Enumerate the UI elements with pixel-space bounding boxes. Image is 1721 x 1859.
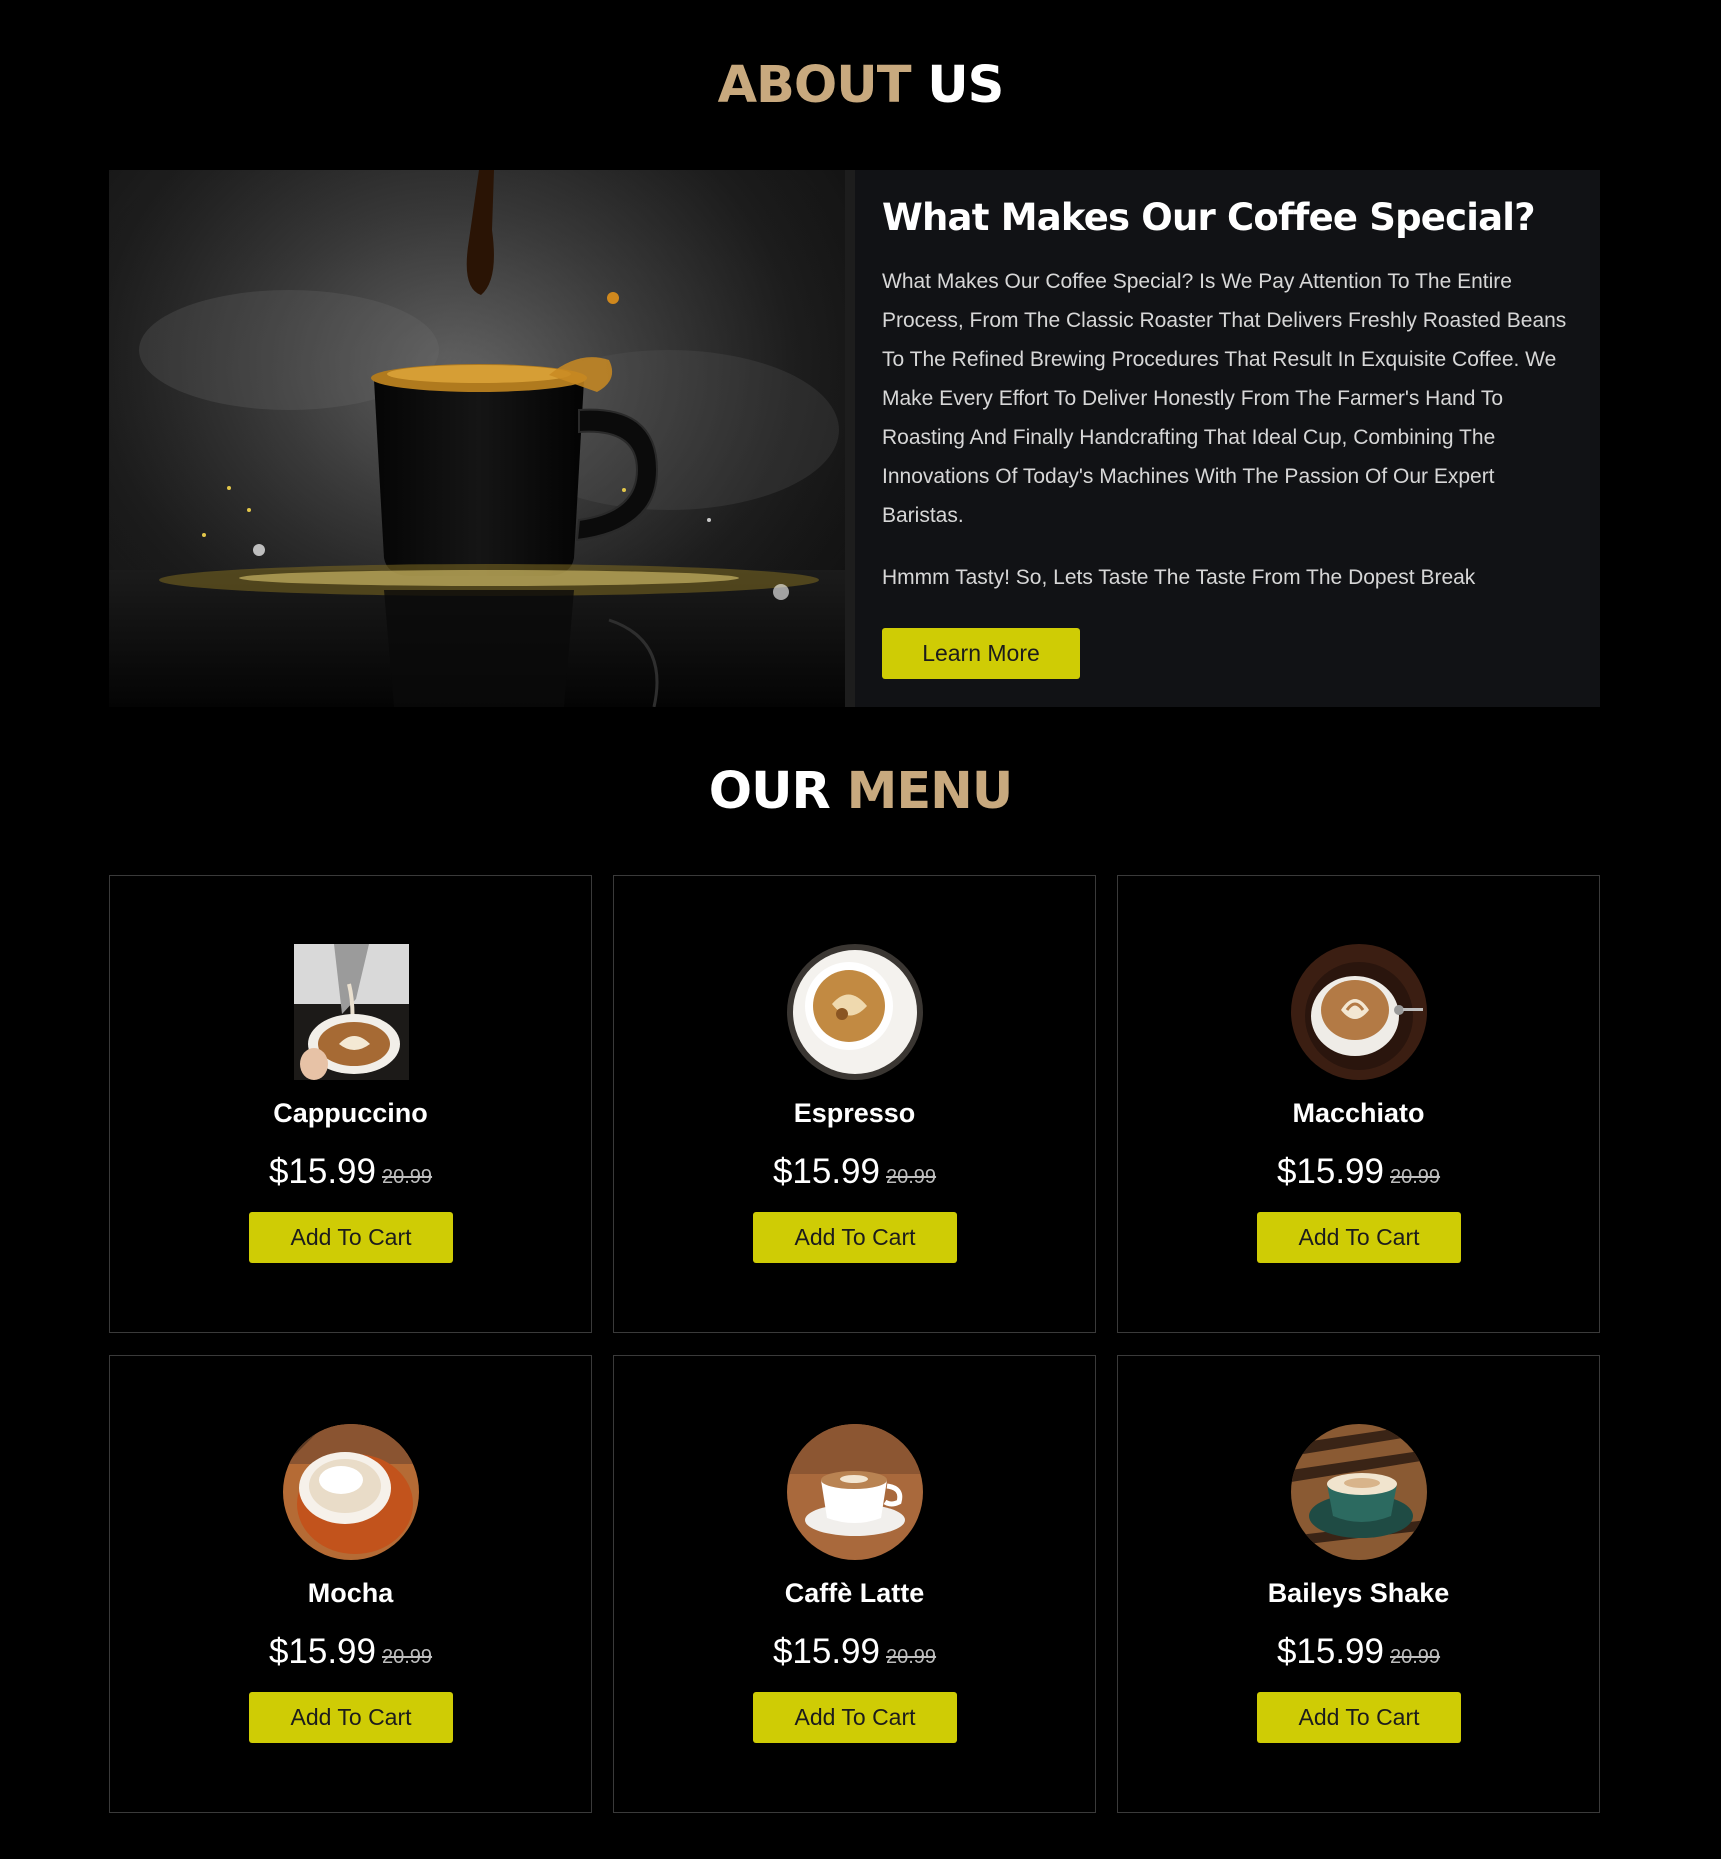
about-heading-accent: ABOUT xyxy=(717,56,912,115)
add-to-cart-button[interactable]: Add To Cart xyxy=(1257,1692,1461,1743)
menu-item-price: $15.99 20.99 xyxy=(614,1152,1095,1192)
menu-heading: OUR MENU xyxy=(0,762,1721,821)
about-panel: What Makes Our Coffee Special? What Make… xyxy=(109,170,1600,707)
add-to-cart-button[interactable]: Add To Cart xyxy=(249,1692,453,1743)
cappuccino-image xyxy=(294,944,409,1080)
original-price: 20.99 xyxy=(382,1166,433,1188)
menu-card-cappuccino: Cappuccino $15.99 20.99 Add To Cart xyxy=(109,875,592,1333)
about-tagline: Hmmm Tasty! So, Lets Taste The Taste Fro… xyxy=(882,566,1476,590)
menu-item-price: $15.99 20.99 xyxy=(1118,1152,1599,1192)
about-heading: ABOUT US xyxy=(0,56,1721,115)
original-price: 20.99 xyxy=(886,1646,937,1668)
original-price: 20.99 xyxy=(1390,1646,1441,1668)
add-to-cart-button[interactable]: Add To Cart xyxy=(753,1692,957,1743)
learn-more-button[interactable]: Learn More xyxy=(882,628,1080,679)
current-price: $15.99 xyxy=(772,1152,880,1191)
menu-item-price: $15.99 20.99 xyxy=(614,1632,1095,1672)
menu-item-name: Cappuccino xyxy=(273,1098,428,1128)
menu-card-mocha: Mocha $15.99 20.99 Add To Cart xyxy=(109,1355,592,1813)
menu-item-name: Caffè Latte xyxy=(784,1578,925,1608)
current-price: $15.99 xyxy=(1276,1152,1384,1191)
current-price: $15.99 xyxy=(772,1632,880,1671)
baileys-shake-image xyxy=(1291,1424,1427,1560)
menu-item-price: $15.99 20.99 xyxy=(1118,1632,1599,1672)
current-price: $15.99 xyxy=(1276,1632,1384,1671)
original-price: 20.99 xyxy=(1390,1166,1441,1188)
add-to-cart-button[interactable]: Add To Cart xyxy=(753,1212,957,1263)
menu-card-espresso: Espresso $15.99 20.99 Add To Cart xyxy=(613,875,1096,1333)
macchiato-image xyxy=(1291,944,1427,1080)
about-title: What Makes Our Coffee Special? xyxy=(882,196,1536,239)
caffe-latte-image xyxy=(787,1424,923,1560)
menu-item-name: Mocha xyxy=(307,1578,394,1608)
current-price: $15.99 xyxy=(268,1632,376,1671)
menu-item-price: $15.99 20.99 xyxy=(110,1632,591,1672)
espresso-image xyxy=(787,944,923,1080)
menu-item-price: $15.99 20.99 xyxy=(110,1152,591,1192)
menu-card-macchiato: Macchiato $15.99 20.99 Add To Cart xyxy=(1117,875,1600,1333)
about-description: What Makes Our Coffee Special? Is We Pay… xyxy=(882,270,1567,528)
mocha-image xyxy=(283,1424,419,1560)
menu-heading-accent: MENU xyxy=(846,762,1014,821)
about-text: What Makes Our Coffee Special? What Make… xyxy=(882,196,1582,593)
menu-card-baileys-shake: Baileys Shake $15.99 20.99 Add To Cart xyxy=(1117,1355,1600,1813)
menu-item-name: Espresso xyxy=(793,1098,916,1128)
menu-card-caffe-latte: Caffè Latte $15.99 20.99 Add To Cart xyxy=(613,1355,1096,1813)
original-price: 20.99 xyxy=(382,1646,433,1668)
about-heading-plain: US xyxy=(927,56,1004,115)
add-to-cart-button[interactable]: Add To Cart xyxy=(1257,1212,1461,1263)
menu-heading-plain: OUR xyxy=(708,762,831,821)
coffee-splash-image xyxy=(109,170,855,707)
add-to-cart-button[interactable]: Add To Cart xyxy=(249,1212,453,1263)
original-price: 20.99 xyxy=(886,1166,937,1188)
current-price: $15.99 xyxy=(268,1152,376,1191)
menu-item-name: Macchiato xyxy=(1292,1098,1425,1128)
menu-item-name: Baileys Shake xyxy=(1267,1578,1450,1608)
